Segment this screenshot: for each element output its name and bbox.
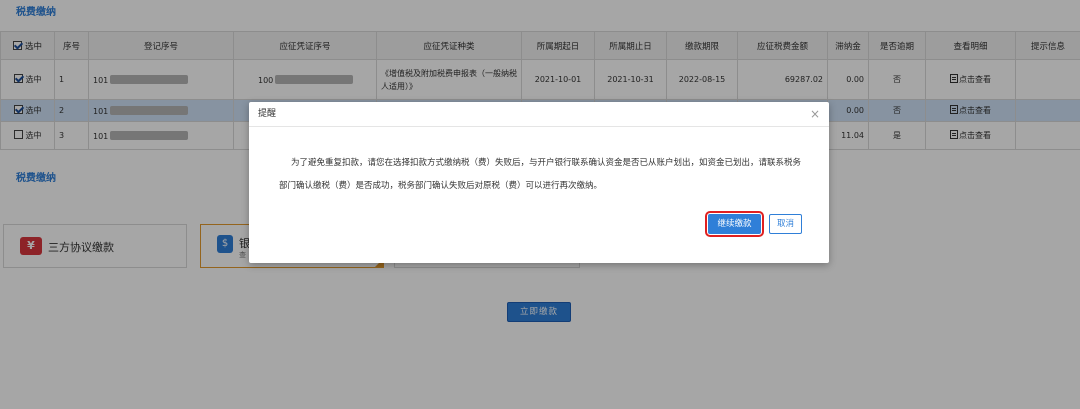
dialog-message: 为了避免重复扣款，请您在选择扣款方式缴纳税（费）失败后，与开户银行联系确认资金是… [279, 158, 802, 191]
continue-pay-button[interactable]: 继续缴款 [705, 211, 764, 237]
close-icon[interactable]: × [810, 102, 820, 127]
dialog-header: 提醒 × [249, 102, 829, 127]
reminder-dialog: 提醒 × 为了避免重复扣款，请您在选择扣款方式缴纳税（费）失败后，与开户银行联系… [249, 102, 829, 263]
dialog-title: 提醒 [258, 109, 277, 119]
cancel-button[interactable]: 取消 [769, 214, 802, 234]
